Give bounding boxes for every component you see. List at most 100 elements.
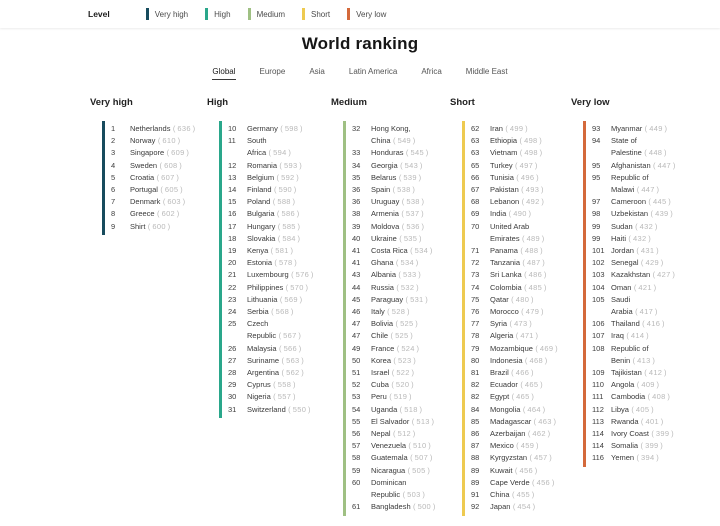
ranking-row: 114 Ivory Coast ( 399 ) <box>586 428 689 440</box>
country-name: Cape Verde <box>490 477 530 487</box>
rank-entry: Jordan ( 431 ) <box>611 245 678 257</box>
tab-middle-east[interactable]: Middle East <box>466 67 508 80</box>
ranking-row: 67 Pakistan ( 493 ) <box>465 184 560 196</box>
ranking-row: 105 Saudi Arabia ( 417 ) <box>586 294 689 318</box>
ranking-list: 93 Myanmar ( 449 ) 94 State of Palestine ( … <box>583 121 689 467</box>
country-score: ( 578 ) <box>272 258 298 268</box>
rank-entry: Colombia ( 485 ) <box>490 282 560 294</box>
ranking-row: 52 Cuba ( 520 ) <box>346 379 439 391</box>
rank-entry: Albania ( 533 ) <box>371 269 439 281</box>
tab-latin-america[interactable]: Latin America <box>349 67 397 80</box>
country-score: ( 505 ) <box>405 465 431 475</box>
rank-entry: Haiti ( 432 ) <box>611 233 678 245</box>
rank-number: 85 <box>471 416 480 426</box>
country-name: Costa Rica <box>371 246 408 256</box>
country-name: Qatar <box>490 294 509 304</box>
tab-asia[interactable]: Asia <box>309 67 325 80</box>
country-score: ( 399 ) <box>648 429 674 439</box>
rank-entry: Cyprus ( 558 ) <box>247 379 312 391</box>
country-score: ( 429 ) <box>638 258 664 268</box>
rank-entry: Libya ( 405 ) <box>611 404 678 416</box>
legend-tick-very-high-icon <box>145 8 149 20</box>
rank-number: 107 <box>592 331 605 341</box>
country-score: ( 399 ) <box>638 441 664 451</box>
ranking-row: 24 Serbia ( 568 ) <box>222 306 320 318</box>
rank-entry: Algeria ( 471 ) <box>490 330 560 342</box>
rank-entry: Portugal ( 605 ) <box>130 184 196 196</box>
rank-number: 95 <box>592 160 601 170</box>
country-name: Uruguay <box>371 197 400 207</box>
ranking-columns: Very high 1 Netherlands ( 636 ) 2 Norway ( 6… <box>0 97 720 516</box>
country-score: ( 532 ) <box>393 282 419 292</box>
rank-entry: Tajikistan ( 412 ) <box>611 367 678 379</box>
country-score: ( 455 ) <box>509 490 535 500</box>
ranking-row: 95 Afghanistan ( 447 ) <box>586 160 689 172</box>
country-score: ( 533 ) <box>396 270 422 280</box>
country-score: ( 602 ) <box>154 209 180 219</box>
rank-entry: Argentina ( 562 ) <box>247 367 312 379</box>
country-score: ( 570 ) <box>283 282 309 292</box>
country-name: Mongolia <box>490 404 521 414</box>
rank-number: 13 <box>228 172 237 182</box>
country-name: Belgium <box>247 172 275 182</box>
country-name: Cambodia <box>611 392 646 402</box>
country-name: Senegal <box>611 258 639 268</box>
rank-number: 51 <box>352 368 361 378</box>
ranking-row: 71 Panama ( 488 ) <box>465 245 560 257</box>
rank-entry: Uruguay ( 538 ) <box>371 196 439 208</box>
rank-entry: Uganda ( 518 ) <box>371 404 439 416</box>
rank-entry: Spain ( 538 ) <box>371 184 439 196</box>
rank-number: 22 <box>228 282 237 292</box>
legend-item-very-high: Very high <box>145 8 188 20</box>
rank-number: 111 <box>592 392 604 402</box>
legend-bar: Level Very high High Medium Short Very low <box>0 0 720 28</box>
rank-number: 61 <box>352 502 361 512</box>
tab-global[interactable]: Global <box>212 67 236 80</box>
ranking-row: 23 Lithuania ( 569 ) <box>222 294 320 306</box>
rank-entry: Iran ( 499 ) <box>490 123 560 135</box>
country-score: ( 447 ) <box>650 160 676 170</box>
legend-tick-short-icon <box>302 8 306 20</box>
ranking-row: 65 Turkey ( 497 ) <box>465 160 560 172</box>
rank-entry: Cape Verde ( 456 ) <box>490 477 560 489</box>
ranking-row: 25 Czech Republic ( 567 ) <box>222 318 320 342</box>
rank-number: 93 <box>592 124 601 133</box>
ranking-row: 78 Algeria ( 471 ) <box>465 330 560 342</box>
country-name: Lithuania <box>247 294 278 304</box>
ranking-row: 14 Finland ( 590 ) <box>222 184 320 196</box>
rank-number: 46 <box>352 307 361 317</box>
country-score: ( 598 ) <box>277 124 303 133</box>
country-name: Poland <box>247 197 271 207</box>
country-score: ( 534 ) <box>407 246 433 256</box>
country-score: ( 581 ) <box>268 246 294 256</box>
rank-number: 41 <box>352 246 361 256</box>
rank-number: 99 <box>592 233 601 243</box>
country-name: Mozambique <box>490 343 533 353</box>
rank-entry: Shirt ( 600 ) <box>130 221 196 233</box>
country-score: ( 439 ) <box>648 209 674 219</box>
country-score: ( 457 ) <box>527 453 553 463</box>
country-score: ( 447 ) <box>634 185 660 195</box>
rank-entry: Mexico ( 459 ) <box>490 440 560 452</box>
ranking-row: 47 Bolivia ( 525 ) <box>346 318 439 330</box>
rank-number: 82 <box>471 380 480 390</box>
ranking-row: 7 Denmark ( 603 ) <box>105 196 196 208</box>
ranking-row: 50 Korea ( 523 ) <box>346 355 439 367</box>
country-score: ( 605 ) <box>157 185 183 195</box>
rank-number: 49 <box>352 343 361 353</box>
rank-number: 86 <box>471 429 480 439</box>
ranking-row: 2 Norway ( 610 ) <box>105 135 196 147</box>
rank-entry: Japan ( 454 ) <box>490 501 560 513</box>
country-name: Kazakhstan <box>611 270 651 280</box>
country-score: ( 496 ) <box>513 172 539 182</box>
country-score: ( 586 ) <box>274 209 300 219</box>
tab-africa[interactable]: Africa <box>421 67 441 80</box>
country-name: France <box>371 343 395 353</box>
rank-number: 102 <box>592 258 605 268</box>
ranking-row: 63 Vietnam ( 498 ) <box>465 147 560 159</box>
tab-europe[interactable]: Europe <box>260 67 286 80</box>
rank-number: 47 <box>352 319 361 329</box>
rank-number: 95 <box>592 172 601 182</box>
rank-number: 16 <box>228 209 237 219</box>
rank-entry: India ( 490 ) <box>490 208 560 220</box>
